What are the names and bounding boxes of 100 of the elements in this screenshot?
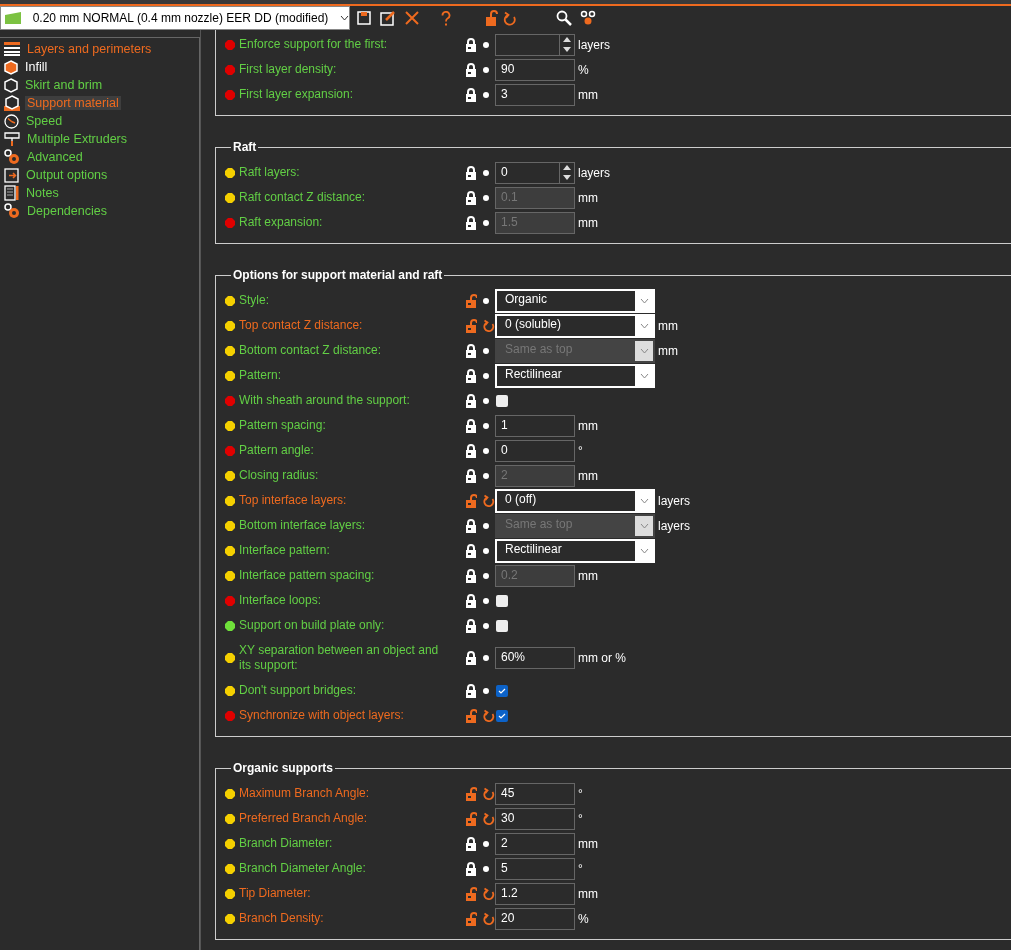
padlock-icon[interactable] [465,443,477,458]
padlock-icon[interactable] [465,368,477,383]
padlock-icon[interactable] [465,618,477,633]
padlock-icon[interactable] [465,593,477,608]
category-item[interactable]: Multiple Extruders [25,132,130,146]
padlock-icon[interactable] [465,62,477,77]
reset-arrow-icon[interactable] [483,812,495,825]
bullet-icon [483,840,489,847]
unit-label: ° [577,861,583,876]
setting-label: Enforce support for the first: [239,37,388,52]
number-field[interactable]: 0 [495,439,575,462]
category-item[interactable]: Infill [23,60,50,74]
unlocked-padlock-icon[interactable] [465,318,477,333]
bullet-icon [483,655,489,661]
number-field[interactable]: 20 [495,907,575,930]
padlock-icon[interactable] [465,87,477,102]
category-item[interactable]: Speed [24,114,65,128]
unlocked-padlock-icon[interactable] [465,493,477,508]
padlock-icon[interactable] [465,836,477,851]
setting-label: With sheath around the support: [239,393,410,408]
number-field[interactable]: 60% [495,647,575,669]
category-item[interactable]: Skirt and brim [23,78,105,92]
number-field[interactable]: 45 [495,782,575,805]
checkmark-icon [498,712,506,719]
unit-label: mm [577,418,598,433]
padlock-icon[interactable] [465,418,477,433]
checkbox[interactable] [496,394,508,407]
up-arrow-icon[interactable] [563,37,571,42]
dropdown[interactable]: Organic [495,288,655,313]
preset-dropdown[interactable]: 0.20 mm NORMAL (0.4 mm nozzle) EER DD (modified) [0,6,350,30]
padlock-icon[interactable] [465,393,477,408]
reset-arrow-icon[interactable] [483,787,495,800]
category-item[interactable]: Advanced [25,150,85,164]
unlocked-padlock-icon[interactable] [465,911,477,926]
up-arrow-icon[interactable] [563,165,571,170]
chevron-icon [639,522,649,529]
unit-label: mm [577,190,598,205]
dropdown[interactable]: 0 (off) [495,488,655,513]
checkbox[interactable] [496,684,508,697]
unlocked-padlock-icon[interactable] [465,293,477,308]
unlocked-padlock-icon[interactable] [465,708,477,723]
category-item[interactable]: Dependencies [25,204,109,218]
padlock-icon[interactable] [465,543,477,558]
chevron-icon [639,322,649,329]
unlocked-padlock-icon[interactable] [465,786,477,801]
setting-label: First layer expansion: [239,87,354,102]
chevron-icon [639,297,649,304]
checkbox[interactable] [496,709,508,722]
setting-label: Closing radius: [239,468,319,483]
hexagon-icon [4,77,18,93]
save-button[interactable] [354,8,374,28]
spin-field[interactable] [495,33,575,56]
number-field[interactable]: 30 [495,807,575,830]
spin-field[interactable]: 0 [495,161,575,184]
checkbox[interactable] [496,594,508,607]
unlocked-padlock-icon[interactable] [465,886,477,901]
padlock-icon[interactable] [465,37,477,52]
reset-arrow-icon[interactable] [483,709,495,722]
padlock-icon[interactable] [465,190,477,205]
number-field[interactable]: 5 [495,857,575,880]
padlock-icon[interactable] [465,568,477,583]
bullet-icon [483,372,489,379]
category-item[interactable]: Notes [24,186,61,200]
dropdown[interactable]: 0 (soluble) [495,313,655,338]
padlock-icon[interactable] [465,683,477,698]
edit-button[interactable] [378,8,398,28]
category-item[interactable]: Support material [25,96,121,110]
padlock-icon[interactable] [465,518,477,533]
down-arrow-icon[interactable] [563,175,571,180]
export-icon [4,167,19,183]
padlock-icon[interactable] [465,861,477,876]
padlock-icon[interactable] [465,468,477,483]
category-item[interactable]: Output options [24,168,110,182]
setting-label: Tip Diameter: [239,886,311,901]
unlocked-padlock-icon[interactable] [465,811,477,826]
number-field[interactable]: 2 [495,832,575,855]
down-arrow-icon[interactable] [563,47,571,52]
reset-arrow-icon[interactable] [483,912,495,925]
reset-arrow-icon[interactable] [483,494,495,507]
padlock-icon[interactable] [465,165,477,180]
dropdown[interactable]: Rectilinear [495,363,655,388]
unit-label: ° [577,811,583,826]
reset-arrow-icon[interactable] [483,319,495,332]
unit-label: mm [577,886,598,901]
number-field[interactable]: 1 [495,414,575,437]
category-item[interactable]: Layers and perimeters [25,42,154,56]
reset-arrow-icon[interactable] [483,887,495,900]
bullet-icon [483,422,489,429]
unit-label: % [577,62,589,77]
dropdown[interactable]: Rectilinear [495,538,655,563]
checkbox[interactable] [496,619,508,632]
padlock-icon[interactable] [465,343,477,358]
setting-label: Interface pattern spacing: [239,568,375,583]
padlock-icon[interactable] [465,215,477,230]
number-field[interactable]: 3 [495,83,575,106]
search-button[interactable] [554,8,574,28]
bullet-icon [483,66,489,73]
padlock-icon[interactable] [465,651,477,665]
number-field[interactable]: 1.2 [495,882,575,905]
number-field[interactable]: 90 [495,58,575,81]
